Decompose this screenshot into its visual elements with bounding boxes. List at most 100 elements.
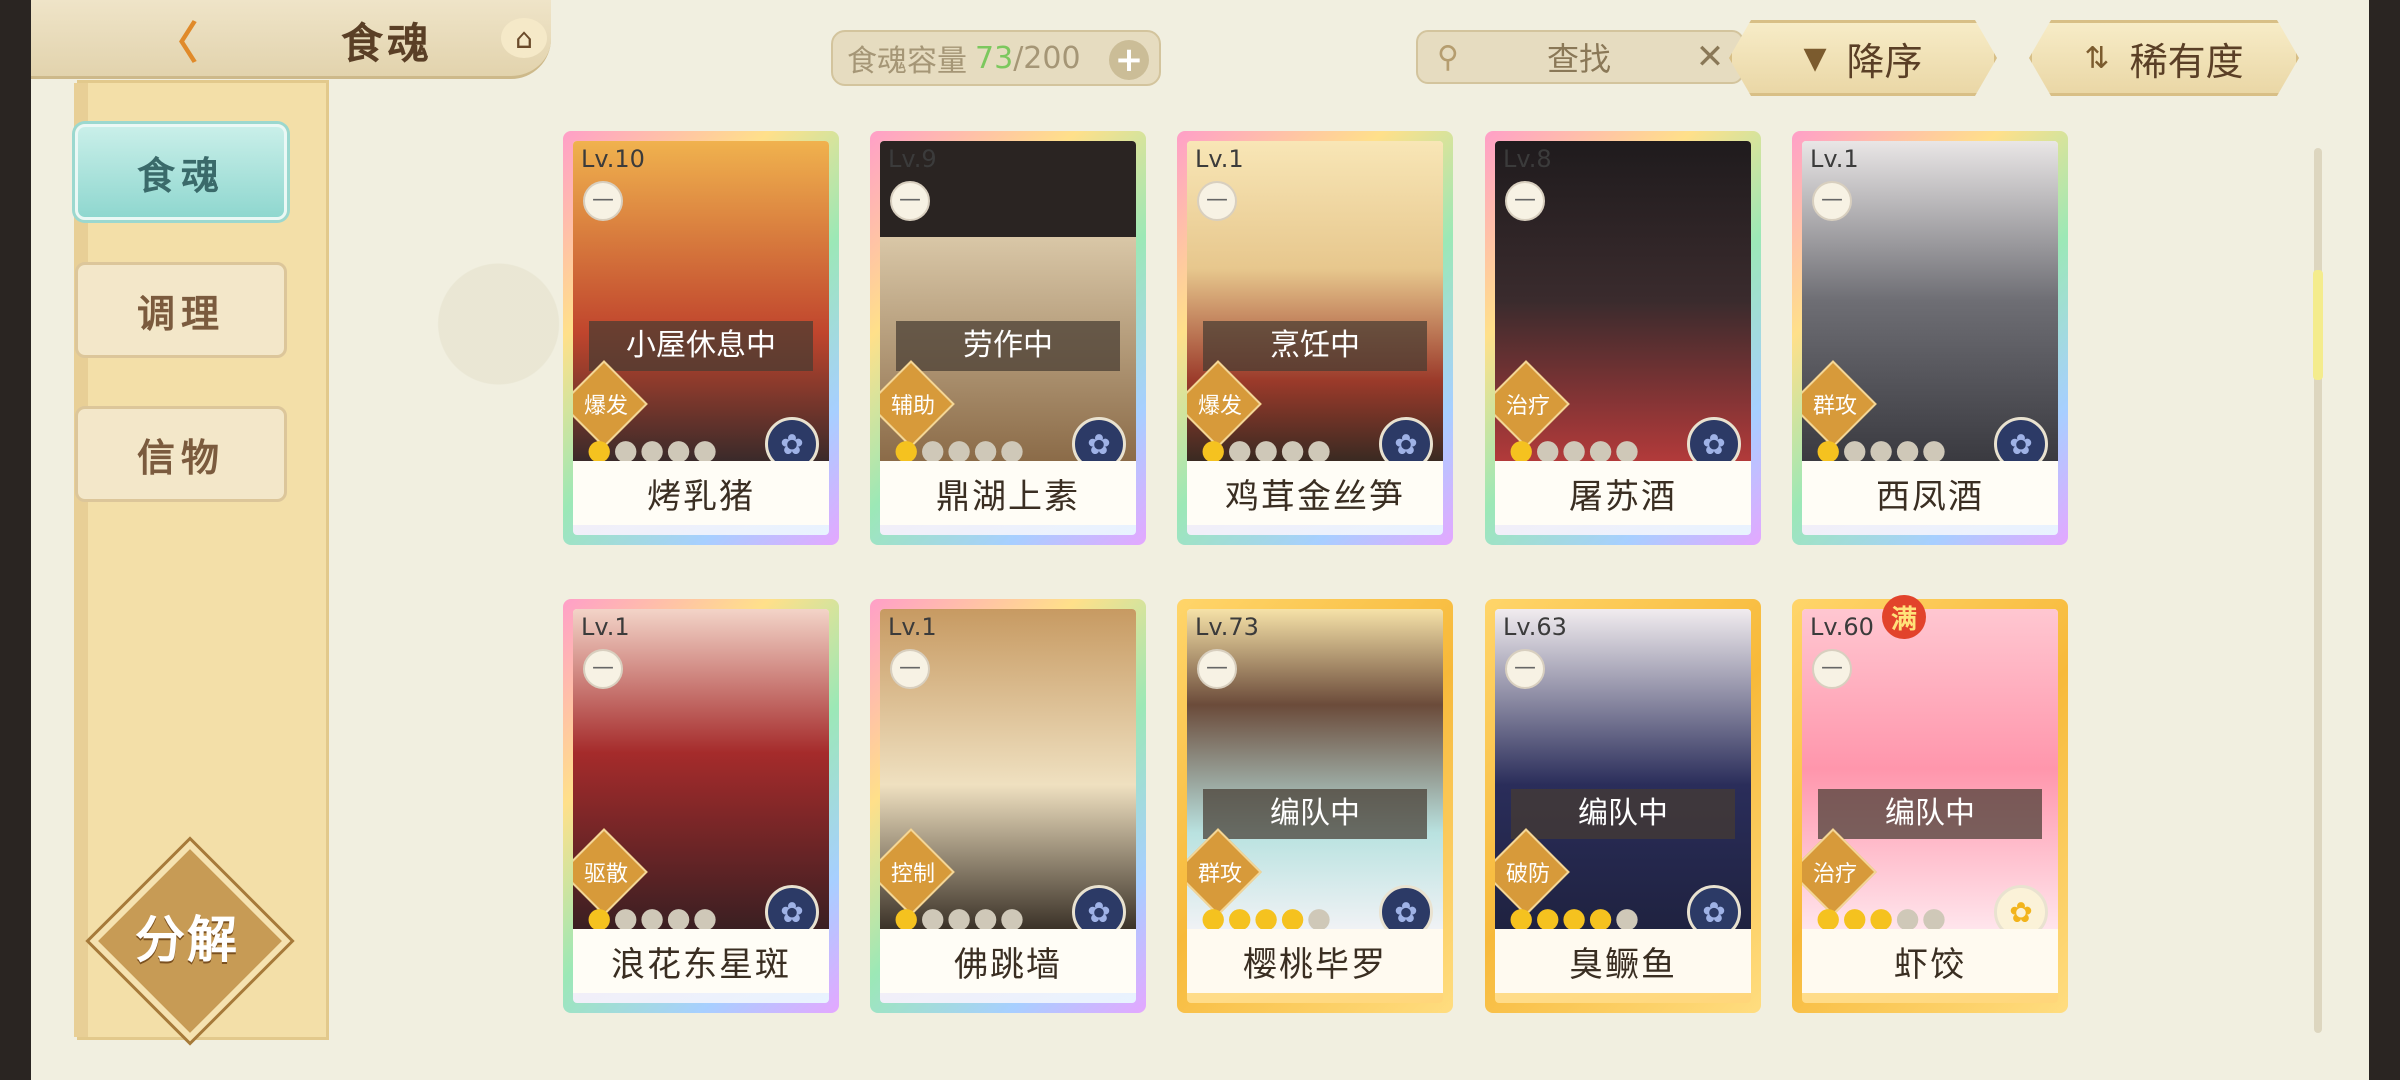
capacity-label: 食魂容量 [847,44,967,79]
character-name: 浪花东星斑 [573,929,829,993]
pavilion-icon[interactable]: ⌂ [501,18,547,58]
tab-label: 食魂 [136,153,225,198]
minus-icon[interactable]: — [1505,649,1545,689]
status-banner: 编队中 [1818,789,2042,839]
character-name: 佛跳墙 [880,929,1136,993]
card-inner: Lv.60— 编队中 治疗 ●●●●● ✿ 虾饺 [1802,609,2058,1003]
tab-conditioning[interactable]: 调理 [75,262,287,358]
level-label: Lv.63 [1503,613,1567,641]
back-button[interactable]: 〈 [121,8,231,70]
level-label: Lv.10 [581,145,645,173]
minus-icon[interactable]: — [1197,181,1237,221]
minus-icon[interactable]: — [583,181,623,221]
level-label: Lv.60 [1810,613,1874,641]
card-inner: Lv.1— 群攻 ●●●●● ✿ 西凤酒 [1802,141,2058,535]
back-arrow-icon: 〈 [154,18,198,69]
character-name: 樱桃毕罗 [1187,929,1443,993]
role-label: 治疗 [1812,862,1857,887]
max-badge: 满 [1882,595,1926,639]
level-label: Lv.1 [888,613,937,641]
role-label: 群攻 [1197,862,1242,887]
scroll-pole [74,83,88,1037]
minus-icon[interactable]: — [1197,649,1237,689]
level-label: Lv.1 [581,613,630,641]
character-name: 烤乳猪 [573,461,829,525]
status-banner: 小屋休息中 [589,321,813,371]
card-inner: Lv.1— 驱散 ●●●●● ✿ 浪花东星斑 [573,609,829,1003]
character-name: 臭鳜鱼 [1495,929,1751,993]
level-label: Lv.9 [888,145,937,173]
tab-label: 调理 [136,291,225,336]
character-name: 虾饺 [1802,929,2058,993]
card-inner: Lv.8— 治疗 ●●●●● ✿ 屠苏酒 [1495,141,1751,535]
swap-arrows-icon: ⇅ [2084,40,2110,76]
right-bezel [2369,0,2400,1080]
search-box[interactable]: ⚲ 查找 ✕ [1416,30,1744,84]
food-soul-card[interactable]: Lv.10— 小屋休息中 爆发 ●●●●● ✿ 烤乳猪 [563,131,839,545]
minus-icon[interactable]: — [1812,649,1852,689]
card-inner: Lv.1— 控制 ●●●●● ✿ 佛跳墙 [880,609,1136,1003]
food-soul-card[interactable]: Lv.1— 群攻 ●●●●● ✿ 西凤酒 [1792,131,2068,545]
card-inner: Lv.9— 劳作中 辅助 ●●●●● ✿ 鼎湖上素 [880,141,1136,535]
role-label: 爆发 [1197,394,1242,419]
card-inner: Lv.10— 小屋休息中 爆发 ●●●●● ✿ 烤乳猪 [573,141,829,535]
status-banner: 编队中 [1203,789,1427,839]
food-soul-screen: 〈 食魂 ⌂ 食魂容量 73 /200 + ⚲ 查找 ✕ ▼ 降序 ⇅ 稀有度 … [31,0,2369,1080]
tab-food-soul[interactable]: 食魂 [75,124,287,220]
food-soul-card[interactable]: Lv.1— 烹饪中 爆发 ●●●●● ✿ 鸡茸金丝笋 [1177,131,1453,545]
card-inner: Lv.1— 烹饪中 爆发 ●●●●● ✿ 鸡茸金丝笋 [1187,141,1443,535]
character-name: 鸡茸金丝笋 [1187,461,1443,525]
level-label: Lv.73 [1195,613,1259,641]
scrollbar-thumb[interactable] [2313,270,2323,380]
level-label: Lv.8 [1503,145,1552,173]
sort-order-button[interactable]: ▼ 降序 [1729,20,1997,96]
food-soul-card[interactable]: Lv.60— 编队中 治疗 ●●●●● ✿ 虾饺满 [1792,595,2068,1013]
food-soul-card[interactable]: Lv.1— 驱散 ●●●●● ✿ 浪花东星斑 [563,599,839,1013]
character-name: 屠苏酒 [1495,461,1751,525]
level-label: Lv.1 [1810,145,1859,173]
food-soul-card[interactable]: Lv.9— 劳作中 辅助 ●●●●● ✿ 鼎湖上素 [870,131,1146,545]
minus-icon[interactable]: — [583,649,623,689]
minus-icon[interactable]: — [890,181,930,221]
food-soul-card[interactable]: Lv.8— 治疗 ●●●●● ✿ 屠苏酒 [1485,131,1761,545]
role-label: 爆发 [583,394,628,419]
role-label: 控制 [890,862,935,887]
card-inner: Lv.73— 编队中 群攻 ●●●●● ✿ 樱桃毕罗 [1187,609,1443,1003]
role-label: 治疗 [1505,394,1550,419]
role-label: 群攻 [1812,394,1857,419]
character-name: 鼎湖上素 [880,461,1136,525]
left-bezel [0,0,31,1080]
role-label: 驱散 [583,862,628,887]
level-label: Lv.1 [1195,145,1244,173]
add-capacity-button[interactable]: + [1109,40,1149,80]
sort-field-button[interactable]: ⇅ 稀有度 [2029,20,2299,96]
sort-field-label: 稀有度 [2129,39,2244,84]
status-banner: 烹饪中 [1203,321,1427,371]
tab-tokens[interactable]: 信物 [75,406,287,502]
minus-icon[interactable]: — [1505,181,1545,221]
triangle-down-icon: ▼ [1803,40,1827,76]
title-plate: 〈 食魂 ⌂ [31,0,551,79]
capacity-current: 73 [975,40,1014,76]
status-banner: 劳作中 [896,321,1120,371]
role-label: 辅助 [890,394,935,419]
magnifier-icon: ⚲ [1437,39,1459,75]
sort-order-label: 降序 [1846,39,1923,84]
food-soul-card[interactable]: Lv.63— 编队中 破防 ●●●●● ✿ 臭鳜鱼 [1485,599,1761,1013]
food-soul-card[interactable]: Lv.1— 控制 ●●●●● ✿ 佛跳墙 [870,599,1146,1013]
card-inner: Lv.63— 编队中 破防 ●●●●● ✿ 臭鳜鱼 [1495,609,1751,1003]
page-title: 食魂 [341,19,434,68]
status-banner: 编队中 [1511,789,1735,839]
food-soul-card[interactable]: Lv.73— 编队中 群攻 ●●●●● ✿ 樱桃毕罗 [1177,599,1453,1013]
capacity-display: 食魂容量 73 /200 + [831,30,1161,86]
tab-label: 信物 [136,435,225,480]
minus-icon[interactable]: — [890,649,930,689]
close-icon[interactable]: ✕ [1690,37,1730,77]
decompose-label[interactable]: 分解 [103,900,271,972]
capacity-total: /200 [1013,40,1081,76]
character-name: 西凤酒 [1802,461,2058,525]
minus-icon[interactable]: — [1812,181,1852,221]
search-label[interactable]: 查找 [1468,34,1690,80]
role-label: 破防 [1505,862,1550,887]
plus-icon: + [1114,40,1144,80]
